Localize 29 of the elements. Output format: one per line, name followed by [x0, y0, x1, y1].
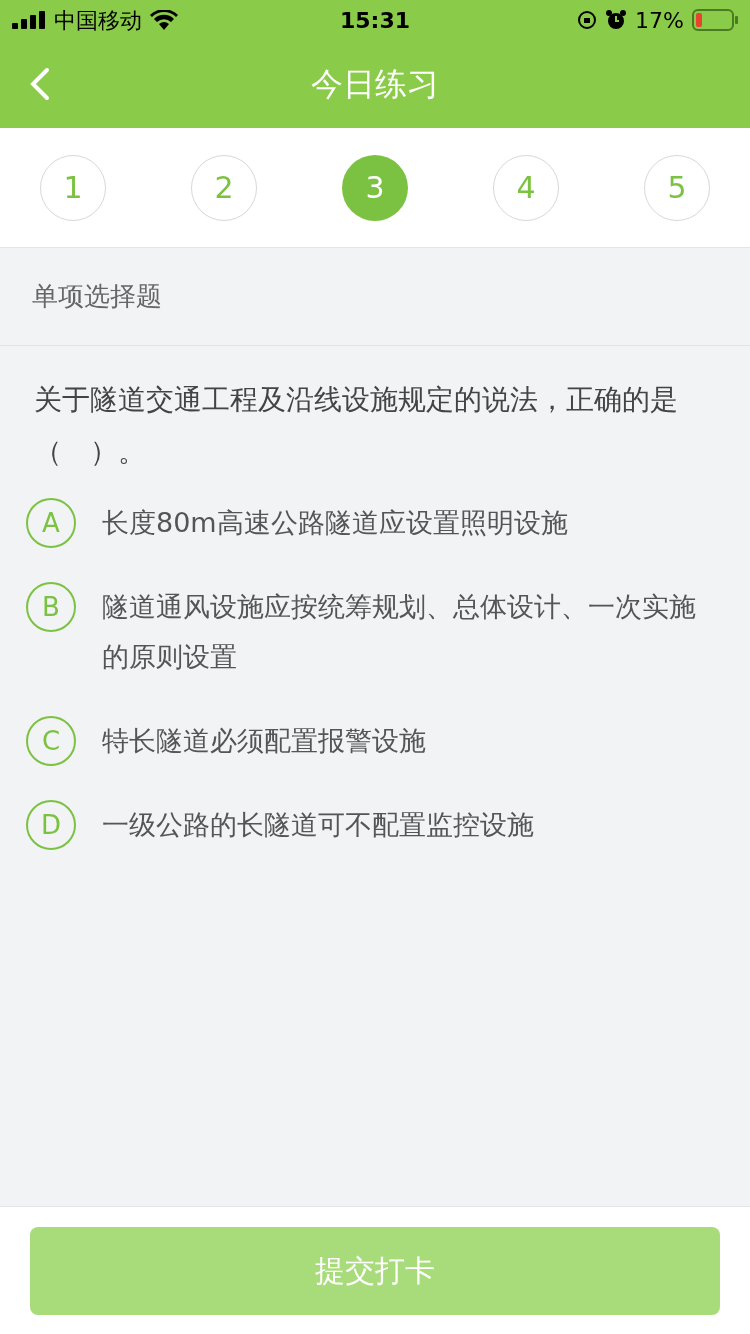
battery-percent: 17%: [635, 6, 684, 35]
question-number-tab[interactable]: 2: [191, 154, 257, 221]
alarm-icon: [605, 9, 628, 31]
status-time: 15:31: [340, 6, 410, 35]
wifi-icon: [150, 10, 178, 30]
page-title: 今日练习: [310, 64, 440, 105]
rotation-lock-icon: [577, 10, 598, 30]
question-text: 关于隧道交通工程及沿线设施规定的说法，正确的是（ ）。: [34, 382, 679, 470]
answer-option[interactable]: C 特长隧道必须配置报警设施: [26, 716, 716, 766]
question-number-tab[interactable]: 5: [644, 154, 710, 221]
option-text: 特长隧道必须配置报警设施: [102, 724, 426, 758]
question-number-tab[interactable]: 4: [493, 154, 559, 221]
back-icon[interactable]: [28, 67, 50, 101]
option-letter: B: [26, 582, 76, 632]
answer-option[interactable]: A 长度80m高速公路隧道应设置照明设施: [26, 498, 716, 548]
option-letter: D: [26, 800, 76, 850]
signal-icon: [12, 11, 46, 29]
option-text: 长度80m高速公路隧道应设置照明设施: [102, 506, 568, 540]
question-type: 单项选择题: [32, 280, 162, 313]
question-number-tab[interactable]: 1: [40, 154, 106, 221]
battery-icon: [692, 9, 738, 31]
question-number-tab[interactable]: 3: [342, 154, 408, 221]
option-text: 一级公路的长隧道可不配置监控设施: [102, 808, 534, 842]
option-letter: C: [26, 716, 76, 766]
option-text: 隧道通风设施应按统筹规划、总体设计、一次实施的原则设置: [102, 590, 697, 674]
option-letter: A: [26, 498, 76, 548]
answer-option[interactable]: D 一级公路的长隧道可不配置监控设施: [26, 800, 716, 850]
carrier-name: 中国移动: [54, 6, 142, 35]
answer-option[interactable]: B 隧道通风设施应按统筹规划、总体设计、一次实施的原则设置: [26, 582, 716, 682]
